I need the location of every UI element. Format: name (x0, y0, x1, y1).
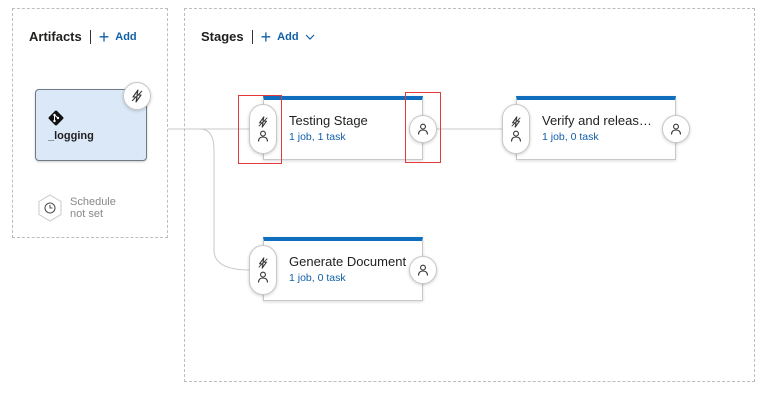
schedule-line-2: not set (70, 208, 104, 220)
pre-deployment-conditions-generate[interactable] (249, 245, 277, 295)
lightning-icon (510, 116, 522, 128)
schedule-status-text: Schedule not set (70, 196, 116, 220)
stages-panel: Stages + Add (184, 8, 755, 382)
continuous-deployment-trigger-button[interactable] (123, 82, 151, 110)
stage-card-verify-and-release[interactable]: Verify and releas… 1 job, 0 task (516, 96, 676, 160)
stage-summary-link[interactable]: 1 job, 0 task (542, 131, 599, 143)
person-icon (510, 130, 522, 142)
person-icon (417, 264, 429, 276)
add-artifact-label: Add (115, 30, 137, 43)
person-icon (257, 130, 269, 142)
pre-deployment-conditions-verify[interactable] (502, 104, 530, 154)
plus-icon: + (260, 26, 272, 47)
stage-name: Testing Stage (289, 113, 368, 128)
person-icon (670, 123, 682, 135)
git-icon (48, 110, 64, 126)
artifacts-title: Artifacts (29, 29, 82, 44)
stages-title: Stages (201, 29, 244, 44)
header-divider (251, 29, 253, 44)
add-artifact-button[interactable]: + Add (98, 26, 137, 47)
lightning-icon (257, 257, 269, 269)
clock-icon (35, 193, 65, 223)
stage-summary-link[interactable]: 1 job, 0 task (289, 272, 346, 284)
plus-icon: + (98, 26, 110, 47)
post-deployment-approvals-generate[interactable] (409, 256, 437, 284)
add-stage-button[interactable]: + Add (260, 26, 315, 47)
lightning-icon (130, 89, 144, 103)
stages-header: Stages + Add (201, 26, 315, 47)
post-deployment-approvals-verify[interactable] (662, 115, 690, 143)
pre-deployment-conditions-testing[interactable] (249, 104, 277, 154)
artifact-name: _logging (48, 130, 94, 142)
chevron-down-icon (305, 34, 315, 40)
stage-card-testing[interactable]: Testing Stage 1 job, 1 task (263, 96, 423, 160)
stage-name: Verify and releas… (542, 113, 652, 128)
artifacts-header: Artifacts + Add (29, 26, 137, 47)
person-icon (417, 123, 429, 135)
schedule-line-1: Schedule (70, 196, 116, 208)
person-icon (257, 271, 269, 283)
lightning-icon (257, 116, 269, 128)
header-divider (89, 29, 91, 44)
post-deployment-approvals-testing[interactable] (409, 115, 437, 143)
schedule-trigger[interactable]: Schedule not set (35, 193, 116, 223)
artifacts-panel: Artifacts + Add _logging Schedule not se… (12, 8, 168, 238)
add-stage-label: Add (277, 30, 299, 43)
stage-name: Generate Document (289, 254, 407, 269)
stage-card-generate-document[interactable]: Generate Document 1 job, 0 task (263, 237, 423, 301)
stage-summary-link[interactable]: 1 job, 1 task (289, 131, 346, 143)
